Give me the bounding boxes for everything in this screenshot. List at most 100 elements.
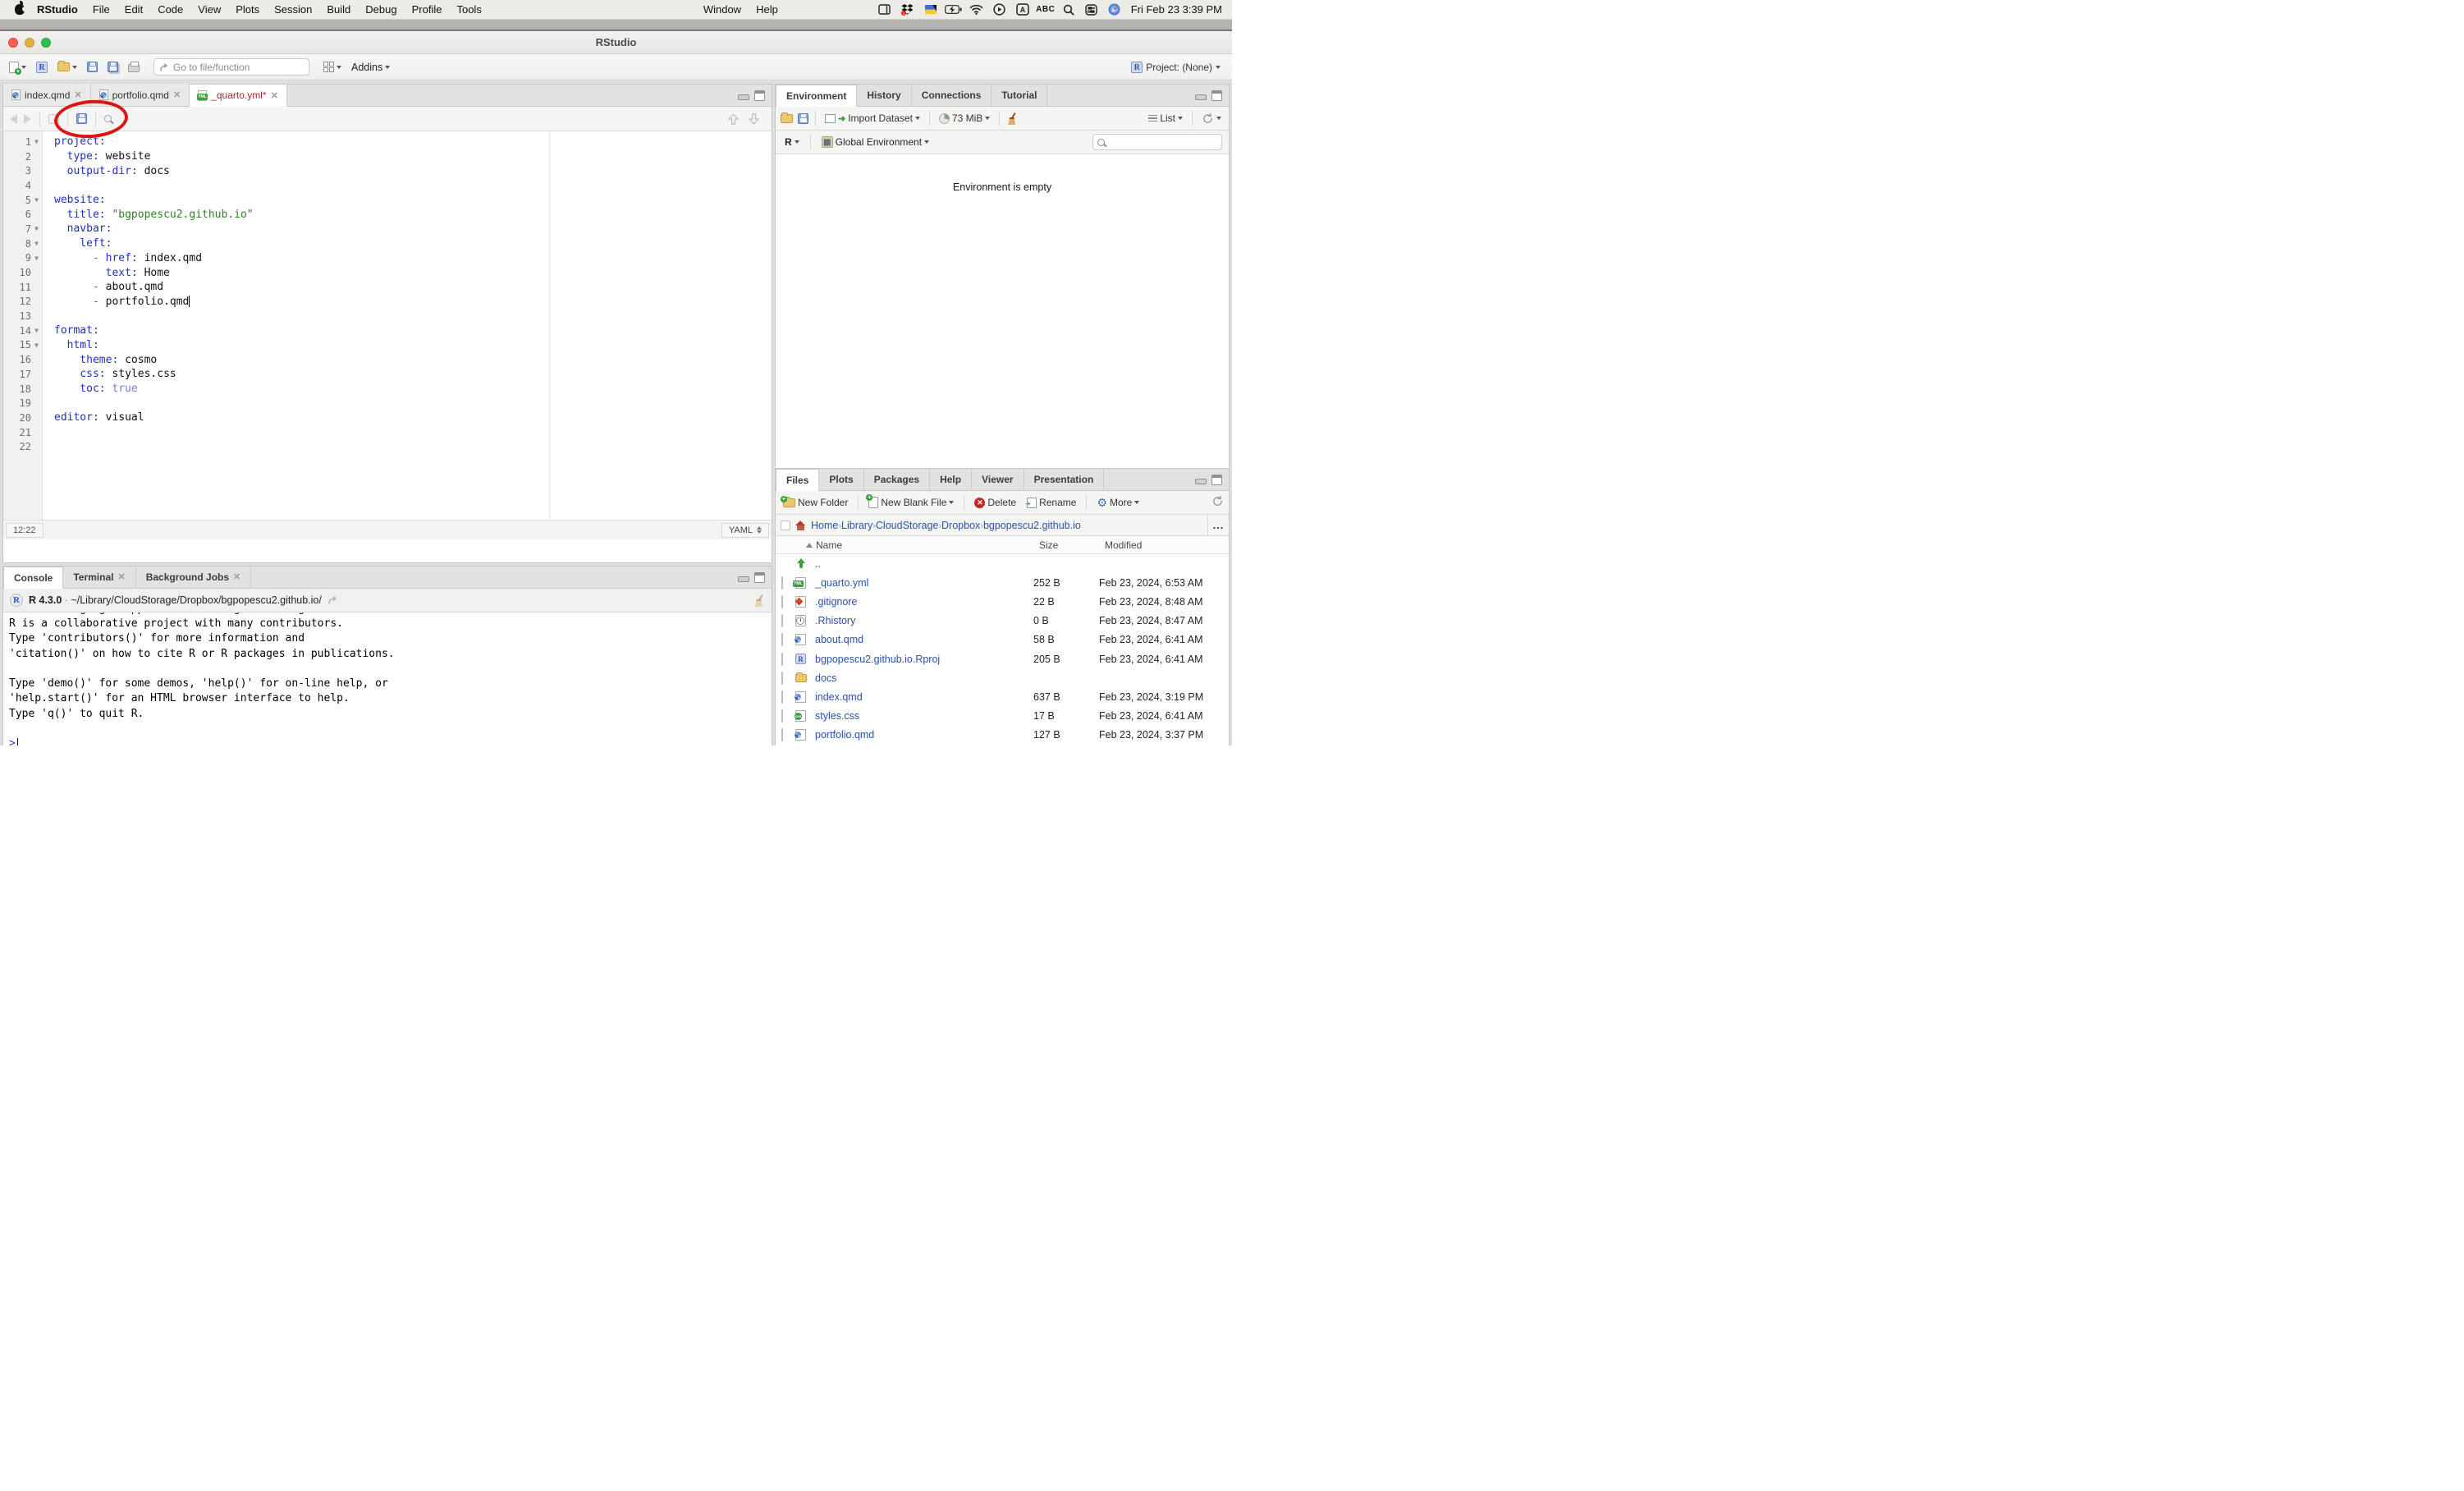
home-icon[interactable] [795,520,806,530]
import-dataset-button[interactable]: ➜ Import Dataset [822,111,923,126]
editor-tab-_quartoyml[interactable]: _quarto.yml* ✕ [190,85,287,107]
close-tab-icon[interactable]: ✕ [117,571,125,582]
goto-file-input[interactable]: Go to file/function [153,58,309,76]
maximize-pane-icon[interactable] [1211,475,1222,485]
scope-selector[interactable]: ▦ Global Environment [819,135,932,149]
clear-environment-icon[interactable] [1006,112,1018,124]
jump-next-icon[interactable] [748,112,760,126]
tab-presentation[interactable]: Presentation [1024,468,1105,490]
close-tab-icon[interactable]: ✕ [173,89,181,100]
file-checkbox[interactable] [781,728,783,742]
new-blank-file-button[interactable]: + New Blank File [866,494,956,510]
browser-icon[interactable] [1105,2,1124,17]
back-icon[interactable] [10,113,17,124]
file-name[interactable]: _quarto.yml [815,577,1033,589]
play-icon[interactable] [990,2,1010,17]
new-file-button[interactable]: + [7,60,29,75]
file-checkbox[interactable] [781,594,783,608]
display-icon[interactable] [875,2,895,17]
breadcrumb-dropbox[interactable]: Dropbox [941,520,980,531]
save-all-button[interactable] [105,60,121,74]
close-tab-icon[interactable]: ✕ [233,571,240,582]
editor-tab-indexqmd[interactable]: index.qmd ✕ [3,84,91,106]
select-all-checkbox[interactable] [781,520,790,530]
refresh-files-icon[interactable] [1211,495,1224,507]
tab-environment[interactable]: Environment [776,85,858,107]
menu-profile[interactable]: Profile [405,3,450,16]
workspace-panes-button[interactable] [321,60,344,74]
console-prompt-line[interactable]: > [9,736,772,746]
apple-menu[interactable] [10,1,30,17]
editor-save-icon[interactable] [76,113,87,124]
jump-previous-icon[interactable] [727,112,740,126]
minimize-pane-icon[interactable] [1195,479,1207,484]
breadcrumb-bgpopescu2.github.io[interactable]: bgpopescu2.github.io [983,520,1081,531]
minimize-pane-icon[interactable] [738,94,749,100]
code-area[interactable]: project: type: website output-dir: docs w… [43,131,772,520]
fold-arrow-icon[interactable]: ▼ [31,240,42,247]
file-checkbox[interactable] [781,633,783,647]
fold-arrow-icon[interactable]: ▼ [31,255,42,262]
save-workspace-icon[interactable] [798,112,808,124]
menu-view[interactable]: View [190,3,228,16]
tab-background-jobs[interactable]: Background Jobs ✕ [136,566,252,588]
tab-plots[interactable]: Plots [819,468,864,490]
console-output[interactable]: Natural language support but running in … [3,612,772,746]
abc-label[interactable]: ABC [1036,2,1056,17]
file-name[interactable]: .gitignore [815,596,1033,608]
forward-icon[interactable] [24,113,31,124]
close-tab-icon[interactable]: ✕ [74,89,81,100]
refresh-environment-button[interactable] [1199,111,1224,126]
delete-button[interactable]: ✕ Delete [972,495,1019,510]
tab-connections[interactable]: Connections [912,84,992,106]
tab-tutorial[interactable]: Tutorial [992,84,1048,106]
file-row[interactable]: .. [776,554,1229,573]
menu-help[interactable]: Help [749,3,785,16]
file-row[interactable]: styles.css17 B Feb 23, 2024, 6:41 AM [776,707,1229,726]
file-name[interactable]: about.qmd [815,634,1033,645]
language-selector[interactable]: R [782,135,802,149]
fold-arrow-icon[interactable]: ▼ [31,225,42,232]
open-in-new-window-icon[interactable] [48,113,59,124]
file-row[interactable]: docs [776,668,1229,687]
editor-tab-portfolioqmd[interactable]: portfolio.qmd ✕ [90,84,190,106]
file-row[interactable]: about.qmd 58 B Feb 23, 2024, 6:41 AM [776,631,1229,649]
file-row[interactable]: Rbgpopescu2.github.io.Rproj 205 B Feb 23, … [776,649,1229,668]
cursor-position[interactable]: 12:22 [6,522,44,538]
menu-debug[interactable]: Debug [358,3,404,16]
fold-arrow-icon[interactable]: ▼ [31,327,42,334]
file-row[interactable]: .gitignore 22 B Feb 23, 2024, 8:48 AM [776,592,1229,611]
input-source-icon[interactable]: A [1013,2,1033,17]
fold-arrow-icon[interactable]: ▼ [31,342,42,349]
menu-window[interactable]: Window [696,3,749,16]
project-selector[interactable]: R Project: (None) [1131,61,1225,73]
load-workspace-icon[interactable] [781,112,793,123]
spotlight-icon[interactable] [1059,2,1079,17]
app-menu[interactable]: RStudio [30,3,85,16]
tab-viewer[interactable]: Viewer [972,468,1024,490]
sort-by-name-header[interactable]: Name [776,539,1039,551]
breadcrumb-library[interactable]: Library [841,520,872,531]
clear-console-icon[interactable] [753,594,765,606]
file-name[interactable]: index.qmd [815,691,1033,703]
code-editor[interactable]: 1 ▼ 2 3 4 5 ▼ 6 7 ▼ 8 ▼ 9 ▼ 10 11 12 13 14 ▼ 15 ▼ 16 17 18 19 20 21… [3,131,772,520]
new-folder-button[interactable]: + New Folder [781,495,850,510]
file-checkbox[interactable] [781,709,783,723]
file-row[interactable]: portfolio.qmd 127 B Feb 23, 2024, 3:37 PM [776,726,1229,745]
tab-console[interactable]: Console [3,567,64,589]
file-checkbox[interactable] [781,690,783,704]
print-button[interactable] [126,60,142,74]
file-name[interactable]: styles.css [815,710,1033,722]
breadcrumb-cloudstorage[interactable]: CloudStorage [876,520,938,531]
sort-by-size-header[interactable]: Size [1039,539,1105,551]
sort-by-modified-header[interactable]: Modified [1105,539,1229,551]
wifi-icon[interactable] [967,2,987,17]
menubar-clock[interactable]: Fri Feb 23 3:39 PM [1124,3,1222,16]
goto-directory-icon[interactable] [327,595,338,605]
file-checkbox[interactable] [781,614,783,628]
file-name[interactable]: .. [815,558,1033,570]
flag-icon[interactable] [921,2,941,17]
menu-file[interactable]: File [85,3,117,16]
tab-files[interactable]: Files [776,469,820,491]
fold-arrow-icon[interactable]: ▼ [31,196,42,204]
